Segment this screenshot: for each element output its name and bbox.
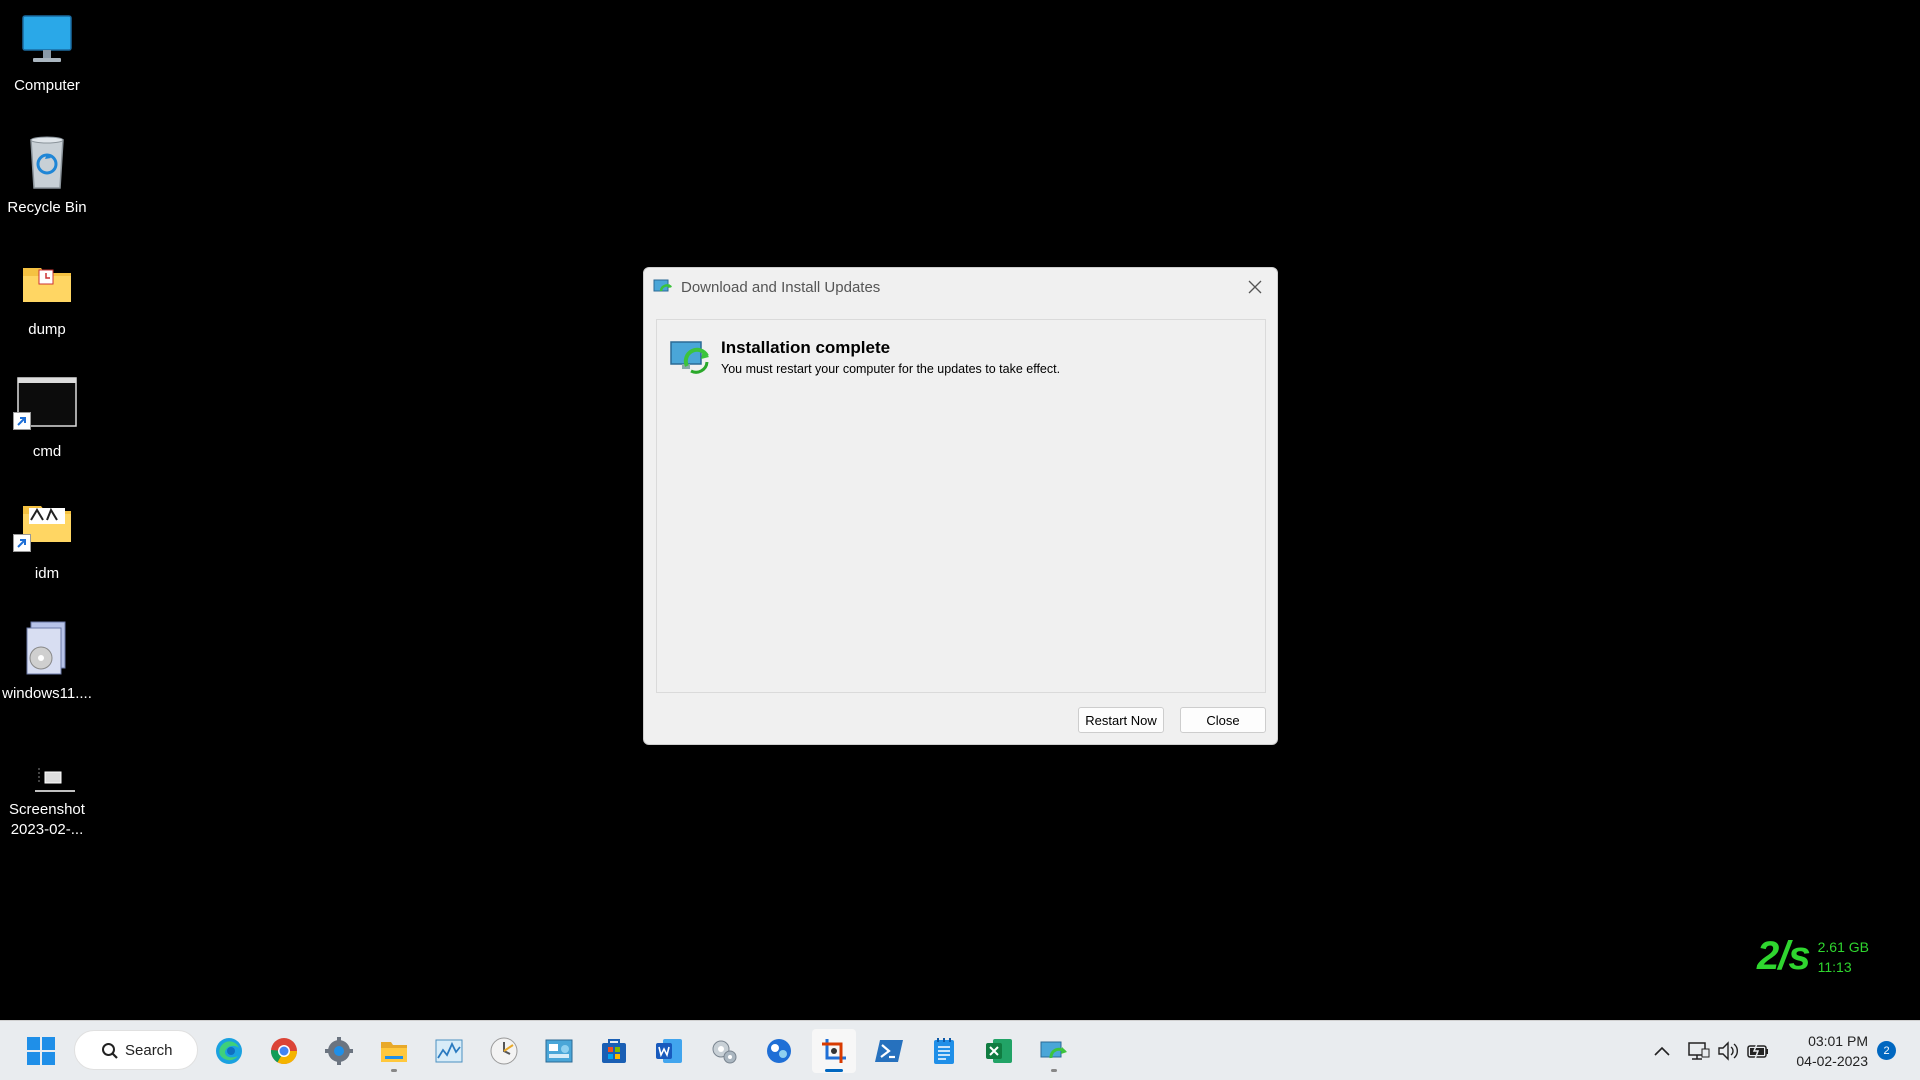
dialog-title: Download and Install Updates <box>681 278 881 296</box>
taskbar-settings[interactable] <box>317 1029 361 1073</box>
status-message: Installation complete You must restart y… <box>669 338 1060 376</box>
update-complete-icon <box>669 338 711 374</box>
taskbar-clock-app[interactable] <box>482 1029 526 1073</box>
shortcut-arrow-icon <box>13 412 31 430</box>
running-indicator <box>391 1069 397 1072</box>
desktop-icon-cmd[interactable]: cmd <box>0 376 94 462</box>
folder-icon <box>17 254 77 314</box>
show-hidden-icons-button[interactable] <box>1650 1039 1674 1063</box>
dialog-content: Installation complete You must restart y… <box>656 319 1266 693</box>
network-icon <box>1688 1042 1710 1060</box>
chevron-up-icon <box>1654 1046 1670 1056</box>
taskbar-snipping-tool[interactable] <box>812 1029 856 1073</box>
update-dialog: Download and Install Updates Installatio… <box>643 267 1278 745</box>
dialog-titlebar[interactable]: Download and Install Updates <box>644 268 1277 306</box>
monitor-icon <box>17 10 77 70</box>
desktop-icon-computer[interactable]: Computer <box>0 10 94 96</box>
folder-icon <box>381 1042 407 1062</box>
taskbar-quick-assist[interactable] <box>757 1029 801 1073</box>
gear-icon <box>325 1037 353 1065</box>
clock-date: 04-02-2023 <box>1796 1053 1868 1069</box>
volume-tray-button[interactable] <box>1716 1039 1740 1063</box>
taskbar-windows-update[interactable] <box>1032 1029 1076 1073</box>
quick-assist-icon <box>767 1039 791 1063</box>
chart-icon <box>435 1039 463 1063</box>
running-indicator <box>1051 1069 1057 1072</box>
scissors-icon <box>822 1039 846 1063</box>
taskbar-powershell[interactable] <box>867 1029 911 1073</box>
network-speed: 2/s <box>1757 934 1811 978</box>
folder-icon <box>13 498 77 558</box>
notepad-icon <box>934 1038 954 1064</box>
control-panel-icon <box>545 1039 573 1063</box>
desktop-icon-windows11[interactable]: windows11.... <box>0 618 94 704</box>
network-tray-button[interactable] <box>1686 1039 1710 1063</box>
windows-logo-icon <box>27 1037 55 1065</box>
recycle-bin-icon <box>17 132 77 192</box>
taskbar-perf-monitor[interactable] <box>427 1029 471 1073</box>
desktop-icon-label: idm <box>34 565 60 582</box>
taskbar-clock[interactable]: 03:01 PM 04-02-2023 <box>1788 1031 1868 1071</box>
taskbar: Search 03:01 PM 04-02-2023 2 <box>0 1020 1920 1080</box>
cmd-icon <box>13 376 77 436</box>
data-used: 2.61 GB <box>1817 938 1869 955</box>
restart-now-button[interactable]: Restart Now <box>1078 707 1164 733</box>
desktop-icon-idm[interactable]: idm <box>0 498 94 584</box>
store-icon <box>602 1039 626 1063</box>
network-meter: 2/s 2.61 GB 11:13 <box>1757 934 1869 979</box>
installer-icon <box>17 618 77 678</box>
taskbar-excel[interactable] <box>977 1029 1021 1073</box>
taskbar-store[interactable] <box>592 1029 636 1073</box>
taskbar-services[interactable] <box>702 1029 746 1073</box>
taskbar-notepad[interactable] <box>922 1029 966 1073</box>
status-heading: Installation complete <box>721 338 891 357</box>
gears-icon <box>712 1040 737 1064</box>
desktop-icon-recycle-bin[interactable]: Recycle Bin <box>0 132 94 218</box>
active-indicator <box>825 1069 843 1072</box>
desktop-icon-label: Recycle Bin <box>7 199 87 216</box>
battery-tray-button[interactable] <box>1746 1039 1770 1063</box>
windows-update-icon <box>653 279 673 295</box>
taskbar-edge[interactable] <box>207 1029 251 1073</box>
edge-icon <box>216 1038 242 1064</box>
desktop-icon-label: Computer <box>14 77 80 94</box>
taskbar-word[interactable] <box>647 1029 691 1073</box>
desktop-icon-label: cmd <box>32 443 62 460</box>
clock-icon <box>490 1037 518 1065</box>
search-label: Search <box>125 1041 173 1059</box>
dialog-close-icon[interactable] <box>1243 275 1267 299</box>
powershell-icon <box>875 1040 903 1062</box>
clock-time: 03:01 PM <box>1808 1033 1868 1049</box>
desktop-icon-dump[interactable]: dump <box>0 254 94 340</box>
start-button[interactable] <box>19 1029 63 1073</box>
excel-icon <box>986 1039 1012 1063</box>
battery-icon <box>1747 1043 1768 1060</box>
word-icon <box>656 1039 682 1063</box>
meter-time: 11:13 <box>1817 958 1852 975</box>
desktop-icon-screenshot[interactable]: Screenshot 2023-02-... <box>0 758 94 840</box>
taskbar-file-explorer[interactable] <box>372 1029 416 1073</box>
desktop-icon-label: windows11.... <box>2 685 92 702</box>
status-description: You must restart your computer for the u… <box>721 362 1061 376</box>
close-button[interactable]: Close <box>1180 707 1266 733</box>
desktop-icon-label: Screenshot 2023-02-... <box>9 801 85 838</box>
search-icon <box>102 1043 118 1059</box>
notification-badge[interactable]: 2 <box>1877 1041 1896 1060</box>
desktop-icon-label: dump <box>28 321 66 338</box>
image-file-icon <box>17 758 77 798</box>
windows-update-icon <box>1040 1041 1067 1059</box>
chrome-icon <box>270 1038 298 1065</box>
volume-icon <box>1718 1041 1738 1061</box>
taskbar-chrome[interactable] <box>262 1029 306 1073</box>
taskbar-search[interactable]: Search <box>74 1030 198 1070</box>
taskbar-control-panel[interactable] <box>537 1029 581 1073</box>
shortcut-arrow-icon <box>13 534 31 552</box>
